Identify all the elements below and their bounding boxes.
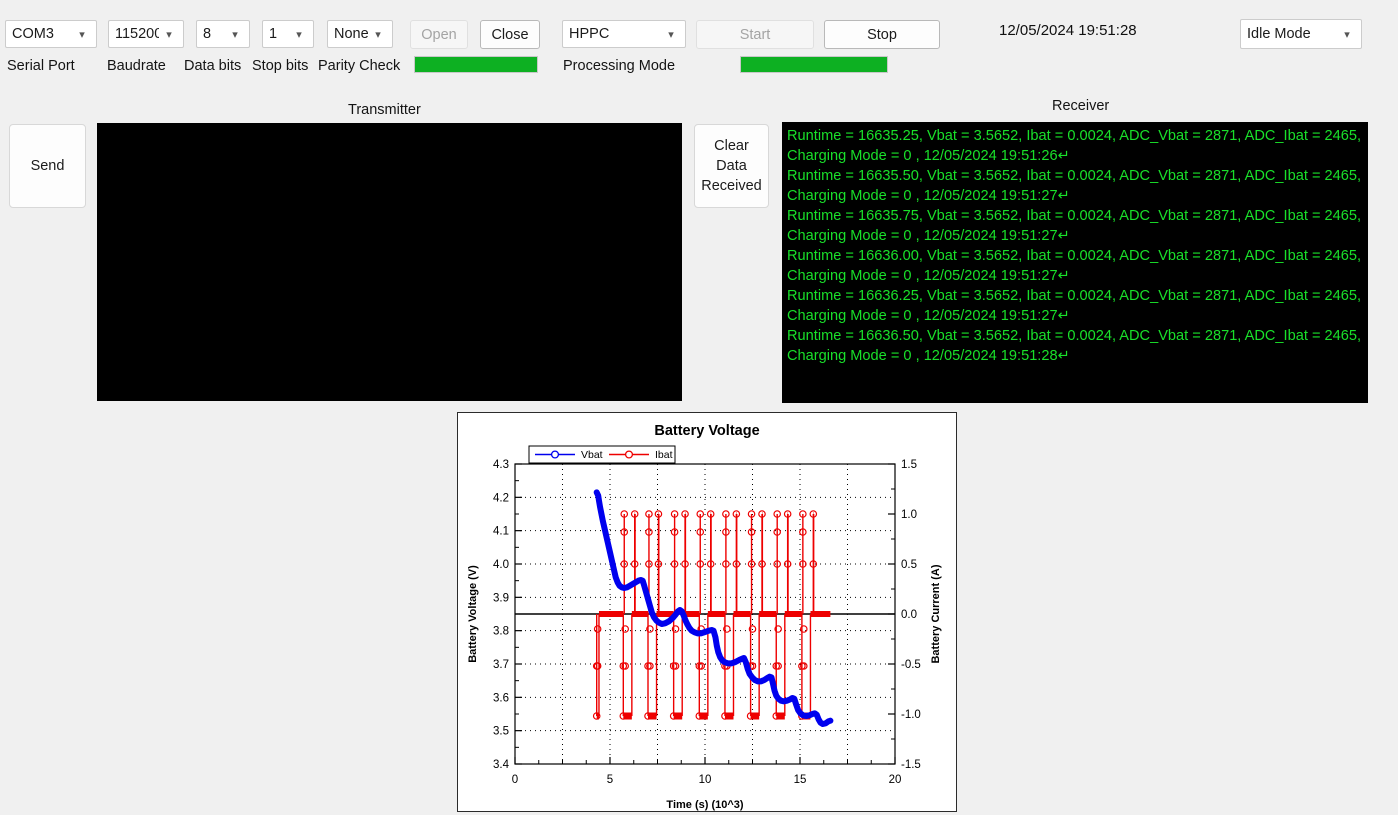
receiver-log-line: Runtime = 16635.75, Vbat = 3.5652, Ibat …	[787, 208, 1366, 244]
y-tick-label: 3.4	[493, 759, 510, 771]
connection-progress-bar	[414, 56, 538, 73]
x-axis-title: Time (s) (10^3)	[666, 799, 743, 811]
mode-select[interactable]: Idle Mode ▾	[1240, 19, 1362, 49]
y-tick-label: 3.7	[493, 659, 509, 671]
serial-port-value: COM3	[12, 26, 54, 42]
clear-data-received-button[interactable]: Clear Data Received	[694, 124, 769, 208]
y-tick-label: 3.9	[493, 592, 509, 604]
process-progress-fill	[741, 57, 887, 72]
chevron-down-icon: ▾	[668, 28, 674, 41]
parity-check-value: None	[334, 26, 368, 42]
receiver-log-line: Runtime = 16635.50, Vbat = 3.5652, Ibat …	[787, 168, 1366, 204]
x-tick-label: 20	[889, 774, 902, 786]
y2-tick-label: 0.5	[901, 559, 917, 571]
legend-marker-ibat	[624, 450, 634, 459]
y-tick-label: 4.2	[493, 492, 509, 504]
chevron-down-icon: ▾	[375, 28, 381, 41]
chevron-down-icon: ▾	[1344, 28, 1350, 41]
x-tick-label: 0	[512, 774, 518, 786]
receiver-log-line: Runtime = 16636.25, Vbat = 3.5652, Ibat …	[787, 288, 1366, 324]
serial-port-label: Serial Port	[7, 58, 75, 74]
clear-button-line-3: Received	[701, 178, 762, 194]
legend-label-vbat: Vbat	[581, 449, 603, 461]
receiver-text-area[interactable]: Runtime = 16635.25, Vbat = 3.5652, Ibat …	[782, 122, 1368, 403]
transmitter-text-area[interactable]	[97, 123, 682, 401]
y-tick-label: 3.5	[493, 726, 509, 738]
close-button[interactable]: Close	[480, 20, 540, 49]
receiver-title: Receiver	[1052, 98, 1110, 114]
y2-tick-label: 1.0	[901, 509, 917, 521]
battery-voltage-chart-panel: Battery Voltage 3.4 3.5 3.6 3.7 3.8 3.9 4.0 4.1…	[457, 412, 957, 812]
data-bits-select[interactable]: 8 ▾	[196, 20, 250, 48]
clock-display: 12/05/2024 19:51:28	[999, 22, 1137, 39]
stop-bits-select[interactable]: 1 ▾	[262, 20, 314, 48]
y-axis-title: Battery Voltage (V)	[467, 565, 479, 663]
send-button[interactable]: Send	[9, 124, 86, 208]
y2-tick-label: -0.5	[901, 659, 921, 671]
open-button[interactable]: Open	[410, 20, 468, 49]
processing-mode-label: Processing Mode	[563, 58, 676, 74]
y2-tick-label: 1.5	[901, 459, 917, 471]
stop-bits-label: Stop bits	[252, 58, 309, 74]
receiver-log-line: Runtime = 16636.50, Vbat = 3.5652, Ibat …	[787, 328, 1366, 364]
series-ibat	[592, 510, 831, 720]
stop-button[interactable]: Stop	[824, 20, 940, 49]
y-tick-label: 4.1	[493, 526, 509, 538]
chevron-down-icon: ▾	[79, 28, 85, 41]
receiver-log-line: Runtime = 16635.25, Vbat = 3.5652, Ibat …	[787, 128, 1366, 164]
clear-button-line-1: Clear	[714, 138, 749, 154]
stop-bits-value: 1	[269, 26, 278, 42]
y-tick-label: 3.8	[493, 626, 509, 638]
x-tick-label: 5	[607, 774, 613, 786]
data-bits-label: Data bits	[184, 58, 242, 74]
connection-toolbar: COM3 ▾ Serial Port 115200 ▾ Baudrate 8 ▾…	[0, 0, 1398, 92]
chevron-down-icon: ▾	[296, 28, 302, 41]
data-bits-value: 8	[203, 26, 212, 42]
parity-check-label: Parity Check	[318, 58, 401, 74]
receiver-log-line: Runtime = 16636.00, Vbat = 3.5652, Ibat …	[787, 248, 1366, 284]
transmitter-title: Transmitter	[348, 102, 421, 118]
y-tick-label: 3.6	[493, 692, 509, 704]
y2-tick-label: -1.0	[901, 709, 921, 721]
y2-tick-label: -1.5	[901, 759, 921, 771]
legend-marker-vbat	[550, 450, 560, 459]
clear-button-line-2: Data	[716, 158, 747, 174]
serial-port-select[interactable]: COM3 ▾	[5, 20, 97, 48]
parity-check-select[interactable]: None ▾	[327, 20, 393, 48]
connection-progress-fill	[415, 57, 537, 72]
baudrate-label: Baudrate	[107, 58, 166, 74]
mode-select-value: Idle Mode	[1247, 26, 1311, 42]
legend-label-ibat: Ibat	[655, 449, 673, 461]
x-tick-label: 10	[699, 774, 712, 786]
y-tick-label: 4.0	[493, 559, 509, 571]
chart-canvas: 3.4 3.5 3.6 3.7 3.8 3.9 4.0 4.1 4.2 4.3 -1.5 -1.0 -0…	[467, 445, 942, 811]
y2-tick-label: 0.0	[901, 609, 917, 621]
process-progress-bar	[740, 56, 888, 73]
processing-mode-value: HPPC	[569, 26, 610, 42]
chevron-down-icon: ▾	[166, 28, 172, 41]
chevron-down-icon: ▾	[232, 28, 238, 41]
start-button[interactable]: Start	[696, 20, 814, 49]
baudrate-select[interactable]: 115200 ▾	[108, 20, 184, 48]
x-tick-label: 15	[794, 774, 807, 786]
y-tick-label: 4.3	[493, 459, 509, 471]
baudrate-value: 115200	[115, 26, 159, 42]
y2-axis-title: Battery Current (A)	[930, 564, 942, 663]
processing-mode-select[interactable]: HPPC ▾	[562, 20, 686, 48]
